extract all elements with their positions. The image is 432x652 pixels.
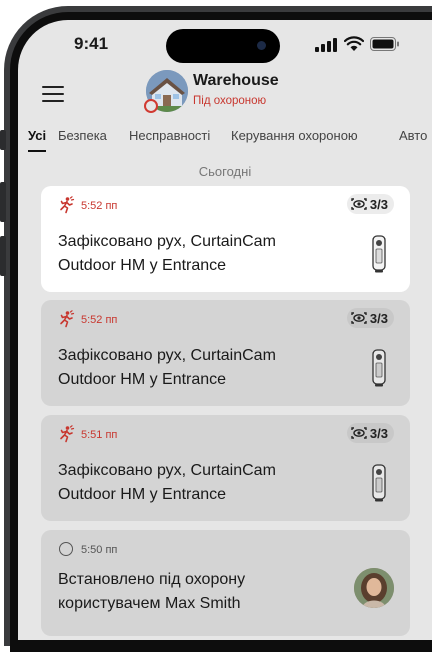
event-time: 5:51 пп [81,429,118,441]
app-screen: 9:41 Warehouse Під охороною Усі Безпека … [18,20,432,640]
menu-icon[interactable] [42,86,64,102]
photo-count: 3/3 [369,196,388,212]
tab-arming-control[interactable]: Керування охороною [231,128,358,143]
side-button-volume-up [0,182,6,222]
status-time: 9:41 [74,34,109,53]
signal-icon [315,38,337,52]
hub-name: Warehouse [193,72,279,89]
camera-dot [257,41,266,50]
side-button-silent [0,130,6,150]
event-filter-tabs: Усі Безпека Несправності Керування охоро… [26,126,432,148]
user-avatar [354,568,394,608]
armed-status-dot [144,99,158,113]
event-time: 5:50 пп [81,544,118,556]
event-description: Зафіксовано рух, CurtainCam Outdoor HM у… [58,347,276,388]
motion-running-icon [60,196,75,214]
status-bar: 9:41 [18,20,432,70]
battery-icon [370,37,399,51]
event-description: Зафіксовано рух, CurtainCam Outdoor HM у… [58,233,276,274]
eye-scan-icon [351,312,367,324]
motion-running-icon [60,425,75,443]
photo-verification-badge[interactable]: 3/3 [346,308,394,328]
photo-verification-badge[interactable]: 3/3 [346,194,394,214]
photo-count: 3/3 [369,425,388,441]
event-time: 5:52 пп [81,314,118,326]
section-title-today: Сьогодні [198,164,252,179]
wifi-icon [344,36,364,51]
photo-verification-badge[interactable]: 3/3 [346,423,394,443]
armed-circle-icon [59,542,73,556]
event-description: Зафіксовано рух, CurtainCam Outdoor HM у… [58,462,276,503]
tab-security[interactable]: Безпека [58,128,107,143]
event-card[interactable]: 5:52 пп 3/3 Зафіксовано рух, CurtainCam … [41,186,410,292]
event-card[interactable]: 5:52 пп 3/3 Зафіксовано рух, CurtainCam … [41,300,410,406]
event-description: Встановлено під охорону користувачем Max… [58,571,246,612]
tab-all[interactable]: Усі [28,128,46,143]
event-card[interactable]: 5:50 пп Встановлено під охорону користув… [41,530,410,636]
eye-scan-icon [351,427,367,439]
user-photo [354,568,394,608]
eye-scan-icon [351,198,367,210]
tab-malfunctions[interactable]: Несправності [129,128,210,143]
motion-running-icon [60,310,75,328]
hub-security-state: Під охороною [193,95,267,107]
tab-automation[interactable]: Авто [399,128,427,143]
active-tab-indicator [28,150,46,152]
side-button-volume-down [0,236,6,276]
photo-count: 3/3 [369,310,388,326]
event-time: 5:52 пп [81,200,118,212]
curtain-camera-device-icon [372,349,386,387]
curtain-camera-device-icon [372,235,386,273]
event-card[interactable]: 5:51 пп 3/3 Зафіксовано рух, CurtainCam … [41,415,410,521]
dynamic-island [166,29,280,63]
curtain-camera-device-icon [372,464,386,502]
